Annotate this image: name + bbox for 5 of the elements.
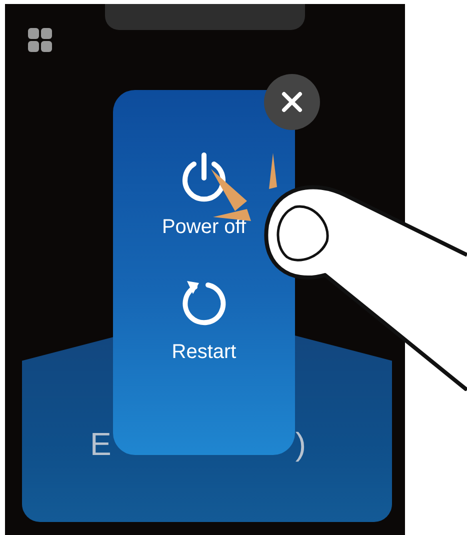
restart-button[interactable]: Restart xyxy=(172,275,236,364)
close-icon xyxy=(281,91,303,113)
grid-icon[interactable] xyxy=(28,28,52,52)
panel-label: E xyxy=(90,426,112,462)
panel-label: ) xyxy=(295,426,306,462)
